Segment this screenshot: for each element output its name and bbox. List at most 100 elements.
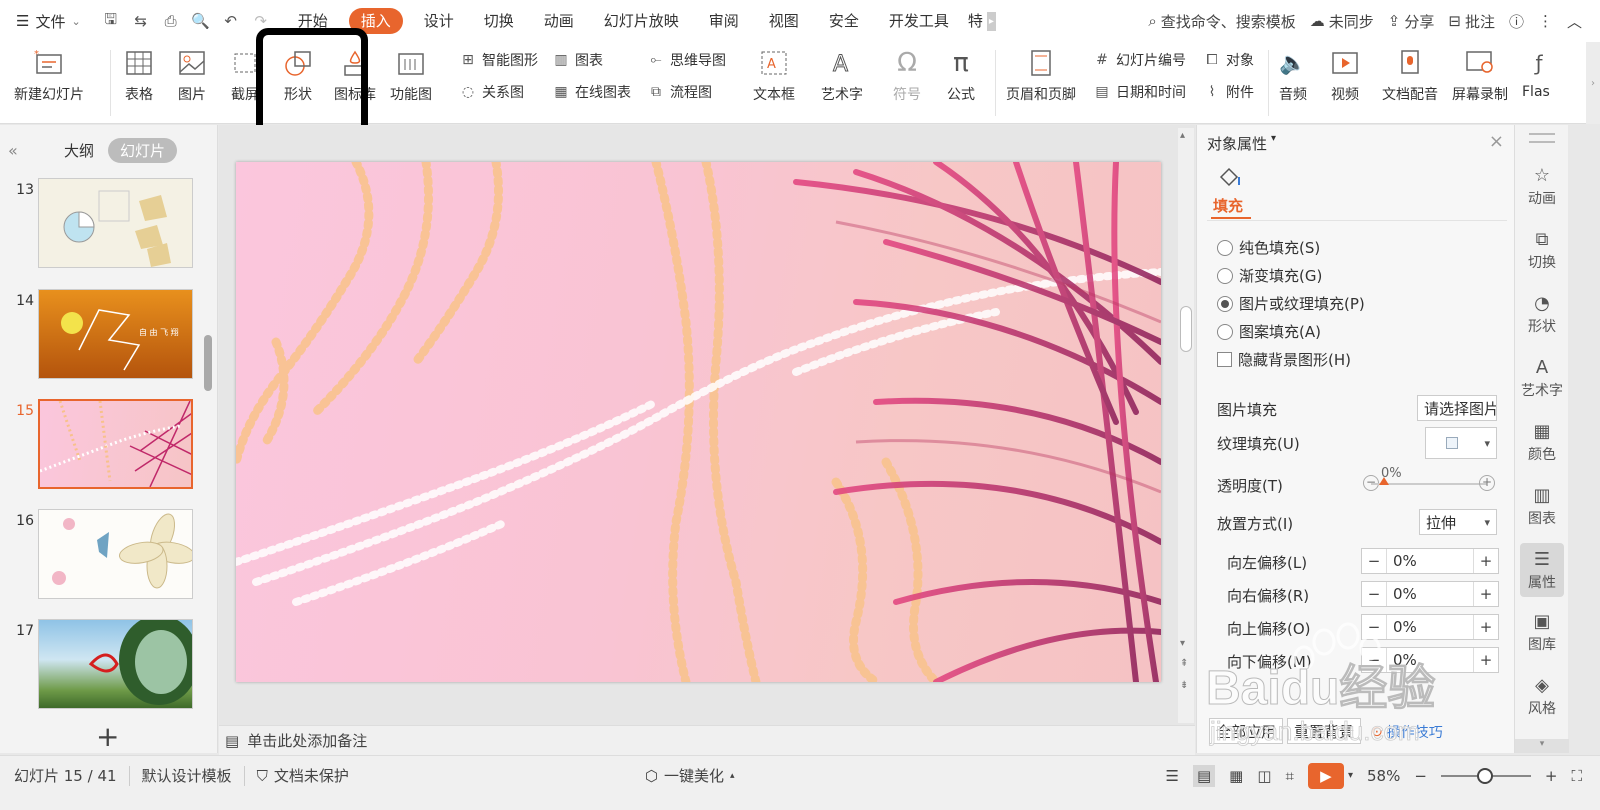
- attachment-button[interactable]: ⌇ 附件: [1202, 82, 1254, 102]
- chart-button[interactable]: ▥ 图表: [551, 50, 603, 70]
- plus-icon[interactable]: +: [1474, 618, 1498, 636]
- video-button[interactable]: 视频: [1328, 46, 1362, 104]
- save-icon[interactable]: 🖫: [99, 9, 123, 33]
- audio-button[interactable]: 🔈 音频: [1276, 46, 1310, 104]
- apply-all-button[interactable]: 全部应用: [1209, 718, 1284, 744]
- offset-right-stepper[interactable]: −0% +: [1361, 581, 1499, 607]
- flash-button[interactable]: ƒ Flas: [1522, 46, 1556, 100]
- sidebar-item-transition[interactable]: ⧉ 切换: [1515, 229, 1569, 272]
- slide-number-button[interactable]: # 幻灯片编号: [1092, 50, 1186, 70]
- tab-special[interactable]: 特: [964, 8, 987, 34]
- slide-thumbnail-item[interactable]: 13: [0, 178, 218, 278]
- offset-value[interactable]: 0%: [1386, 549, 1474, 573]
- notes-area[interactable]: ▤ 单击此处添加备注: [219, 725, 1195, 755]
- zoom-out-icon[interactable]: −: [1414, 767, 1427, 785]
- canvas-scrollbar[interactable]: ▴ ▾ ⇞ ⇟: [1178, 128, 1194, 723]
- tab-design[interactable]: 设计: [409, 8, 469, 34]
- placement-dropdown[interactable]: 拉伸: [1419, 509, 1497, 535]
- slide-thumbnail-item[interactable]: 17: [0, 619, 218, 719]
- plus-icon[interactable]: +: [1474, 651, 1498, 669]
- table-button[interactable]: 表格: [122, 46, 156, 104]
- online-chart-button[interactable]: ▦ 在线图表: [551, 82, 631, 102]
- screen-record-button[interactable]: 屏幕录制: [1452, 46, 1508, 104]
- offset-value[interactable]: 0%: [1386, 648, 1474, 672]
- relation-button[interactable]: ◌ 关系图: [458, 82, 524, 102]
- scroll-down-icon[interactable]: ▾: [1180, 638, 1185, 649]
- function-chart-button[interactable]: 功能图: [390, 46, 432, 104]
- mind-map-button[interactable]: ⟜ 思维导图: [646, 50, 726, 70]
- offset-value[interactable]: 0%: [1386, 615, 1474, 639]
- smart-art-button[interactable]: ⊞ 智能图形: [458, 50, 538, 70]
- art-text-button[interactable]: A 艺术字: [821, 46, 863, 104]
- preview-icon[interactable]: 🔍: [189, 9, 213, 33]
- minus-icon[interactable]: −: [1362, 585, 1386, 603]
- zoom-slider[interactable]: [1440, 767, 1531, 784]
- offset-down-stepper[interactable]: −0% +: [1361, 647, 1499, 673]
- zoom-slider-knob[interactable]: [1476, 767, 1493, 784]
- offset-value[interactable]: 0%: [1386, 582, 1474, 606]
- slide-panel-scrollbar[interactable]: [204, 335, 212, 391]
- tab-review[interactable]: 审阅: [694, 8, 754, 34]
- transparency-slider[interactable]: [1371, 477, 1487, 485]
- scroll-up-icon[interactable]: ▴: [1180, 130, 1185, 141]
- tab-slides[interactable]: 幻灯片: [108, 137, 178, 163]
- radio-pattern-fill[interactable]: 图案填充(A): [1217, 321, 1321, 342]
- export-icon[interactable]: ⇆: [129, 9, 153, 33]
- print-icon[interactable]: ⎙: [159, 9, 183, 33]
- sidebar-item-properties[interactable]: ☰ 属性: [1520, 543, 1564, 597]
- slide-thumbnail-item[interactable]: 16: [0, 509, 218, 609]
- header-footer-button[interactable]: 页眉和页脚: [1006, 46, 1076, 104]
- slide-thumbnail-item[interactable]: 14 自 由 飞 翔: [0, 289, 218, 389]
- sidebar-item-shape[interactable]: ◔ 形状: [1515, 293, 1569, 336]
- radio-solid-fill[interactable]: 纯色填充(S): [1217, 237, 1320, 258]
- object-button[interactable]: ⧠ 对象: [1202, 50, 1254, 70]
- new-slide-button[interactable]: * 新建幻灯片: [14, 46, 84, 104]
- paint-bucket-icon[interactable]: [1217, 165, 1243, 193]
- textbox-button[interactable]: A 文本框: [753, 46, 795, 104]
- slide-thumbnail-item-active[interactable]: 15: [0, 399, 218, 499]
- tab-outline[interactable]: 大纲: [64, 140, 94, 161]
- share-button[interactable]: ⇪ 分享: [1388, 11, 1435, 32]
- tab-view[interactable]: 视图: [754, 8, 814, 34]
- sidebar-item-style[interactable]: ◈ 风格: [1515, 675, 1569, 718]
- tips-link[interactable]: ⊙ 操作技巧: [1371, 722, 1443, 742]
- radio-picture-fill[interactable]: 图片或纹理填充(P): [1217, 293, 1365, 314]
- add-slide-button[interactable]: +: [96, 723, 119, 751]
- fit-window-icon[interactable]: ⛶: [1571, 767, 1582, 785]
- collapse-ribbon-icon[interactable]: ︿: [1567, 11, 1582, 32]
- normal-view-icon[interactable]: ▤: [1192, 764, 1216, 787]
- tab-animation[interactable]: 动画: [529, 8, 589, 34]
- sidebar-item-chart[interactable]: ▥ 图表: [1515, 485, 1569, 528]
- next-slide-icon[interactable]: ⇟: [1180, 680, 1188, 691]
- datetime-button[interactable]: ▤ 日期和时间: [1092, 82, 1186, 102]
- tab-slideshow[interactable]: 幻灯片放映: [589, 8, 694, 34]
- sidebar-item-art-text[interactable]: A 艺术字: [1515, 357, 1569, 400]
- zoom-in-icon[interactable]: +: [1545, 767, 1558, 785]
- undo-icon[interactable]: ↶: [219, 9, 243, 33]
- tabs-scroll-right-icon[interactable]: ▸: [986, 11, 996, 31]
- formula-button[interactable]: π 公式: [944, 46, 978, 104]
- narration-button[interactable]: 文档配音: [1382, 46, 1438, 104]
- plus-icon[interactable]: +: [1474, 552, 1498, 570]
- sidebar-item-gallery[interactable]: ▣ 图库: [1515, 611, 1569, 654]
- properties-title[interactable]: 对象属性 ▾: [1207, 133, 1276, 154]
- notes-toggle-icon[interactable]: ☰: [1165, 767, 1178, 785]
- tab-fill[interactable]: 填充: [1213, 195, 1243, 216]
- collapse-panel-icon[interactable]: «: [8, 141, 32, 160]
- picture-button[interactable]: 图片: [175, 46, 209, 104]
- close-icon[interactable]: ×: [1489, 131, 1504, 152]
- file-menu[interactable]: ☰ 文件 ⌄: [16, 11, 81, 32]
- reset-background-button[interactable]: 重置背景: [1287, 718, 1362, 744]
- minus-icon[interactable]: −: [1362, 618, 1386, 636]
- offset-left-stepper[interactable]: −0% +: [1361, 548, 1499, 574]
- help-icon[interactable]: ⓘ: [1509, 11, 1524, 32]
- radio-gradient-fill[interactable]: 渐变填充(G): [1217, 265, 1322, 286]
- prev-slide-icon[interactable]: ⇞: [1180, 658, 1188, 669]
- transparency-increase-icon[interactable]: +: [1479, 475, 1495, 491]
- plus-icon[interactable]: +: [1474, 585, 1498, 603]
- sidebar-item-animation[interactable]: ☆ 动画: [1515, 165, 1569, 208]
- flowchart-button[interactable]: ⧉ 流程图: [646, 82, 712, 102]
- picture-fill-select[interactable]: 请选择图片: [1417, 395, 1497, 421]
- sorter-view-icon[interactable]: ▦: [1229, 767, 1243, 785]
- protection-status[interactable]: ⛉ 文档未保护: [257, 765, 349, 786]
